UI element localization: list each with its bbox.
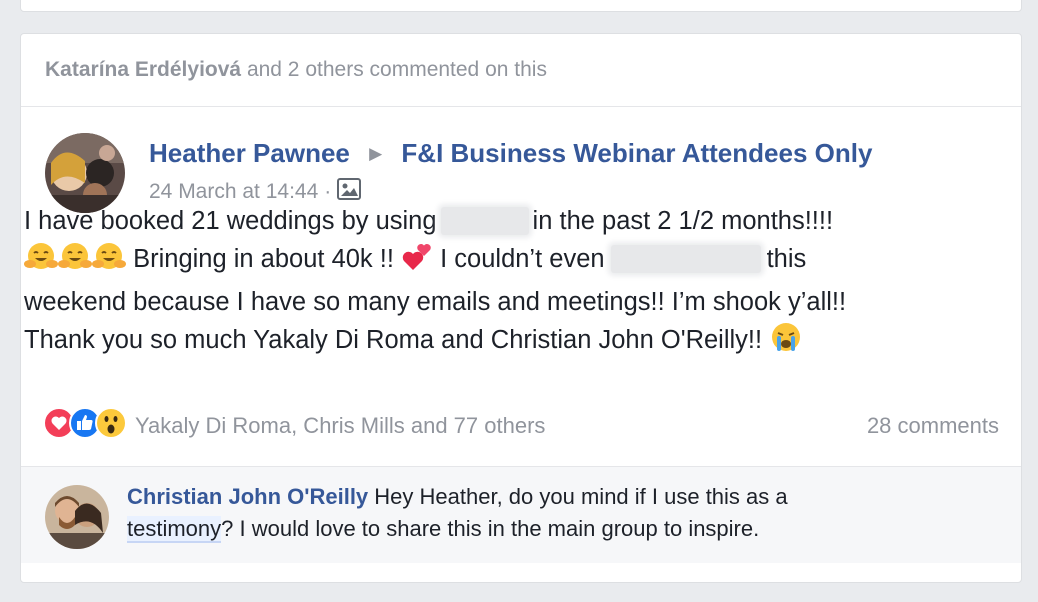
post-timestamp[interactable]: 24 March at 14:44 — [149, 180, 318, 204]
author-avatar[interactable] — [45, 133, 125, 213]
post-text-part-1: I have booked 21 weddings by using — [24, 207, 437, 235]
post-group-link[interactable]: F&I Business Webinar Attendees Only — [401, 138, 872, 168]
post-author-line: Heather Pawnee ▶ F&I Business Webinar At… — [149, 138, 872, 169]
reaction-icons[interactable] — [43, 407, 127, 445]
activity-header: Katarína Erdélyiová and 2 others comment… — [21, 34, 1021, 107]
meta-separator: · — [324, 180, 332, 203]
post-text-part-5: this — [766, 245, 807, 273]
hug-emoji-icon — [92, 242, 126, 283]
previous-post-card — [20, 0, 1022, 12]
crying-face-emoji-icon — [769, 321, 803, 364]
comment-mention-highlight: testimony — [127, 516, 222, 543]
comment-text-2: ? I would love to share this in the main… — [221, 516, 760, 541]
commenter-avatar[interactable] — [45, 485, 109, 549]
activity-actor-link[interactable]: Katarína Erdélyiová — [45, 58, 241, 81]
comment-text-1: Hey Heather, do you mind if I use this a… — [374, 484, 788, 509]
blurred-redaction — [440, 207, 529, 235]
comment-section: Christian John O'Reilly Hey Heather, do … — [21, 466, 1021, 563]
activity-suffix: and 2 others commented on this — [246, 58, 547, 81]
hug-emoji-icon — [58, 242, 92, 283]
post-author-link[interactable]: Heather Pawnee — [149, 138, 350, 168]
post-text-part-7: Thank you so much Yakaly Di Roma and Chr… — [24, 326, 763, 354]
post-text-part-2: in the past 2 1/2 months!!!! — [532, 207, 834, 235]
comments-count-link[interactable]: 28 comments — [867, 413, 999, 439]
triangle-right-icon: ▶ — [369, 144, 383, 163]
post-header: Heather Pawnee ▶ F&I Business Webinar At… — [21, 107, 1021, 213]
reactions-bar: Yakaly Di Roma, Chris Mills and 77 other… — [43, 406, 999, 446]
comment-body: Christian John O'Reilly Hey Heather, do … — [127, 481, 1007, 545]
wow-reaction-icon[interactable] — [95, 407, 127, 445]
post-message: I have booked 21 weddings by using in the… — [24, 202, 979, 364]
two-hearts-emoji-icon — [401, 242, 433, 283]
post-text-part-6: weekend because I have so many emails an… — [24, 288, 847, 316]
hug-emoji-icon — [24, 242, 58, 283]
post-text-part-4: I couldn’t even — [440, 245, 605, 273]
reaction-names-link[interactable]: Yakaly Di Roma, Chris Mills and 77 other… — [135, 413, 545, 439]
blurred-redaction — [610, 245, 761, 273]
post-text-part-3: Bringing in about 40k !! — [133, 245, 394, 273]
comment-author-link[interactable]: Christian John O'Reilly — [127, 484, 368, 509]
